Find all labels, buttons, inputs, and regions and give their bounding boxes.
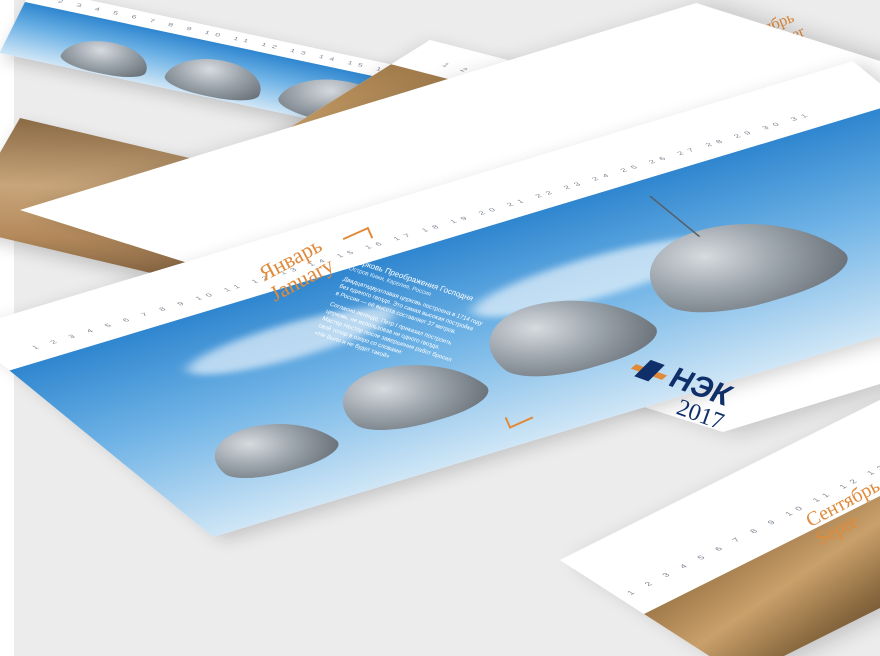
bird-logo-icon: [631, 354, 669, 385]
mockup-scene: 1 2 3 4 5 6 7 8 9 10 11 12 13 14 15 16 1…: [0, 0, 880, 656]
dome: [190, 411, 352, 486]
spire: [649, 195, 701, 237]
dome: [159, 51, 272, 106]
dome: [56, 34, 156, 82]
